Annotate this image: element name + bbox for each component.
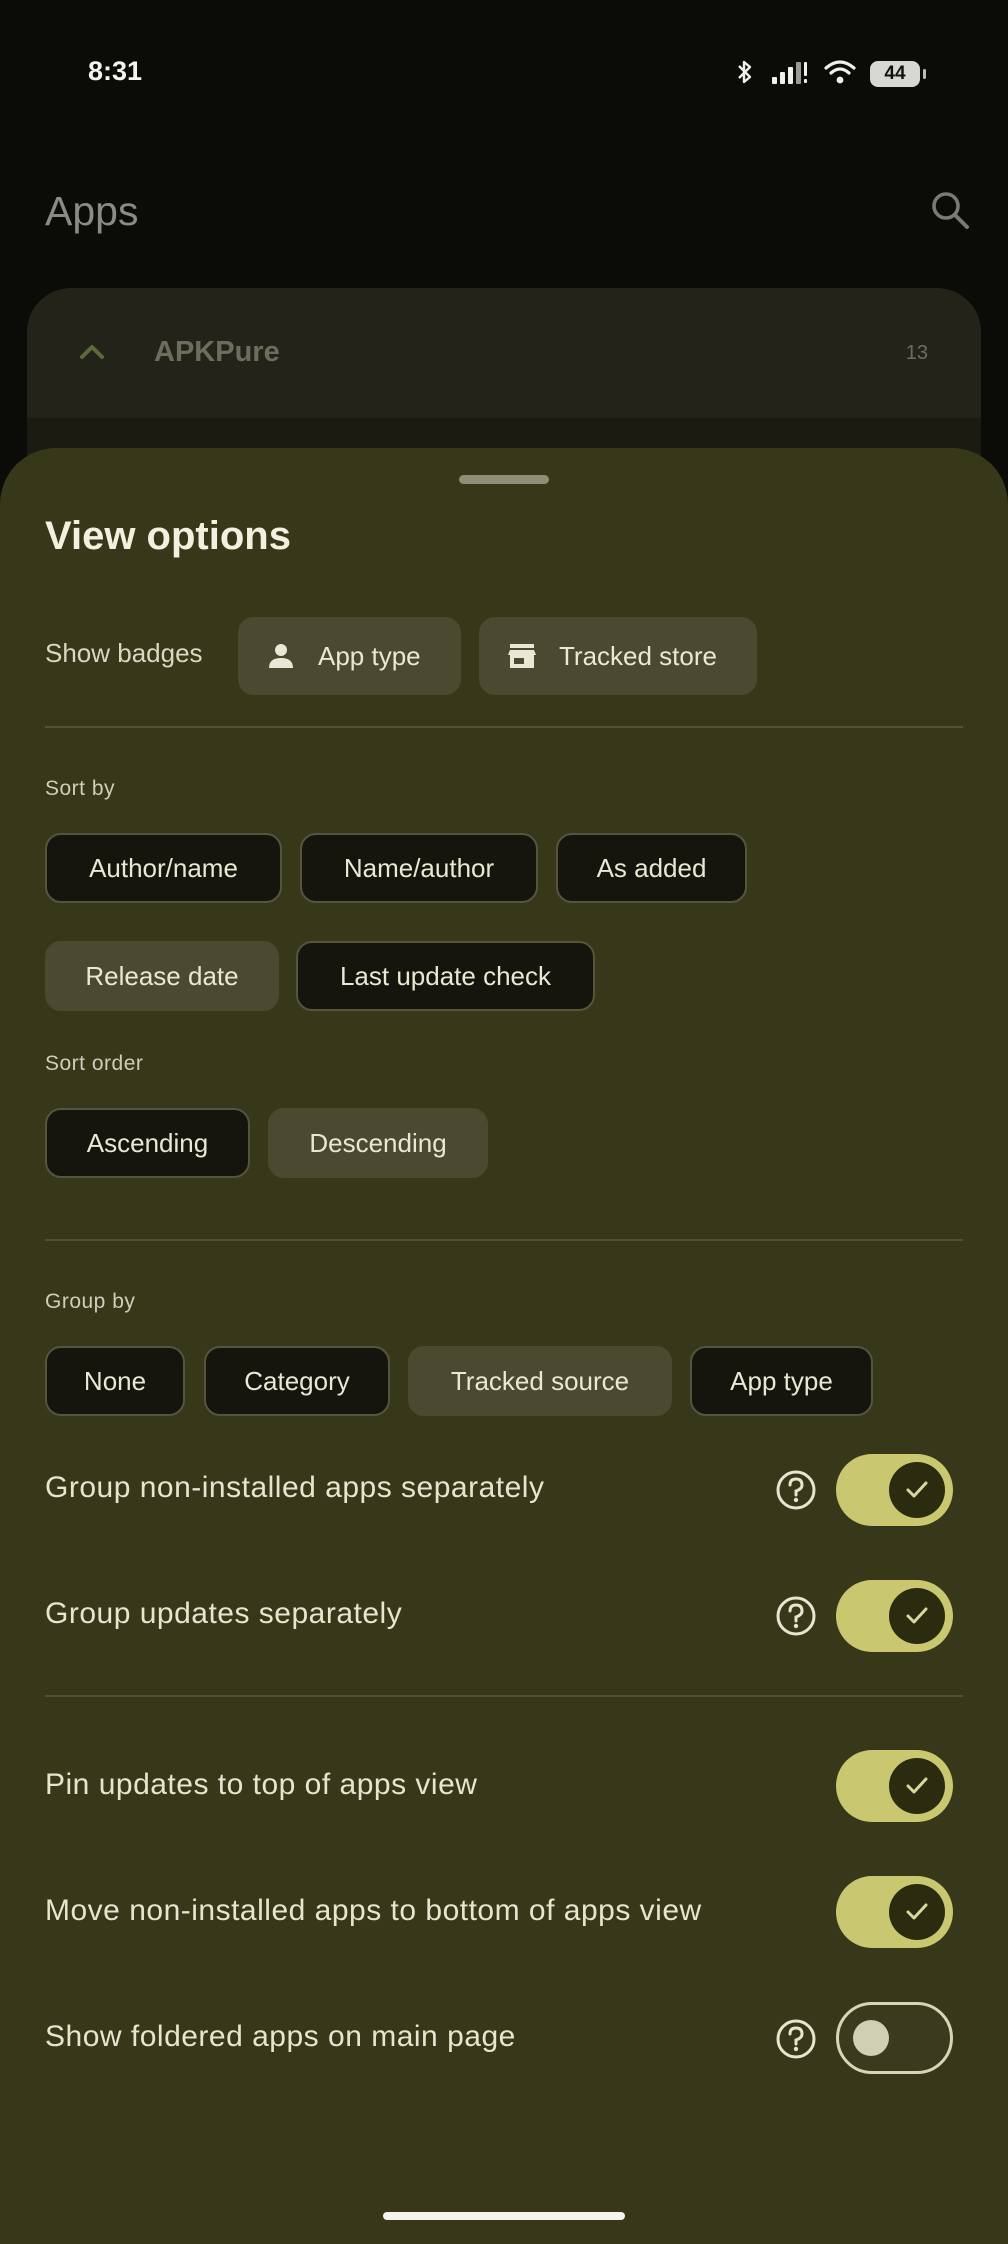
group-chip-app-type[interactable]: App type — [690, 1346, 873, 1416]
group-chip-category[interactable]: Category — [204, 1346, 390, 1416]
group-chip-tracked-source[interactable]: Tracked source — [408, 1346, 672, 1416]
status-time: 8:31 — [88, 56, 143, 86]
badge-chip-app-type[interactable]: App type — [238, 617, 461, 695]
toggle-label-show-foldered: Show foldered apps on main page — [45, 2020, 516, 2053]
badge-chip-tracked-store[interactable]: Tracked store — [479, 617, 757, 695]
page-title: Apps — [45, 188, 139, 234]
sort-order-label: Sort order — [45, 1052, 144, 1075]
switch-group-non-installed[interactable] — [836, 1454, 953, 1526]
battery-icon: 44 — [870, 61, 926, 87]
group-header-apkpure[interactable]: APKPure 13 — [27, 288, 981, 418]
group-chip-none[interactable]: None — [45, 1346, 185, 1416]
switch-knob — [889, 1462, 945, 1518]
status-bar: 8:31 44 — [0, 0, 1008, 150]
help-icon[interactable] — [775, 1469, 817, 1511]
battery-level: 44 — [884, 63, 906, 84]
switch-knob — [853, 2020, 889, 2056]
sheet-title: View options — [45, 514, 291, 558]
help-icon[interactable] — [775, 2018, 817, 2060]
divider — [45, 726, 963, 728]
switch-pin-updates[interactable] — [836, 1750, 953, 1822]
toggle-label-group-updates: Group updates separately — [45, 1597, 403, 1630]
check-icon — [906, 1777, 928, 1794]
drag-handle[interactable] — [459, 475, 549, 484]
wifi-icon — [824, 59, 856, 90]
show-badges-label: Show badges — [45, 638, 203, 668]
bluetooth-icon — [734, 59, 756, 90]
badge-chip-label: Tracked store — [559, 640, 717, 671]
divider — [45, 1239, 963, 1241]
toggle-label-group-non-installed: Group non-installed apps separately — [45, 1471, 545, 1504]
person-icon — [264, 639, 298, 673]
chevron-up-icon[interactable] — [72, 332, 112, 372]
order-chip-ascending[interactable]: Ascending — [45, 1108, 250, 1178]
sort-chip-author-name[interactable]: Author/name — [45, 833, 282, 903]
switch-knob — [889, 1758, 945, 1814]
sort-chip-as-added[interactable]: As added — [556, 833, 747, 903]
toggle-label-pin-updates: Pin updates to top of apps view — [45, 1768, 478, 1801]
switch-move-non-installed[interactable] — [836, 1876, 953, 1948]
group-count: 13 — [905, 342, 928, 364]
check-icon — [906, 1607, 928, 1624]
switch-show-foldered[interactable] — [836, 2002, 953, 2074]
switch-group-updates[interactable] — [836, 1580, 953, 1652]
signal-icon — [770, 59, 810, 90]
view-options-sheet: View options Show badges App type Tracke… — [0, 448, 1008, 2244]
search-icon — [932, 192, 969, 229]
home-indicator — [383, 2212, 625, 2220]
sort-chip-release-date[interactable]: Release date — [45, 941, 279, 1011]
app-bar: Apps — [0, 150, 1008, 270]
help-icon[interactable] — [775, 1595, 817, 1637]
sort-chip-last-update-check[interactable]: Last update check — [296, 941, 595, 1011]
check-icon — [906, 1481, 928, 1498]
group-name: APKPure — [154, 336, 280, 368]
switch-knob — [889, 1884, 945, 1940]
search-button[interactable] — [920, 180, 980, 240]
order-chip-descending[interactable]: Descending — [268, 1108, 488, 1178]
switch-knob — [889, 1588, 945, 1644]
sort-chip-name-author[interactable]: Name/author — [300, 833, 538, 903]
store-icon — [505, 639, 539, 673]
toggle-label-move-non-installed: Move non-installed apps to bottom of app… — [45, 1894, 702, 1927]
divider — [45, 1695, 963, 1697]
badge-chip-label: App type — [318, 640, 421, 671]
sort-by-label: Sort by — [45, 777, 116, 800]
status-icons: 44 — [734, 56, 926, 92]
check-icon — [906, 1903, 928, 1920]
group-by-label: Group by — [45, 1290, 136, 1313]
